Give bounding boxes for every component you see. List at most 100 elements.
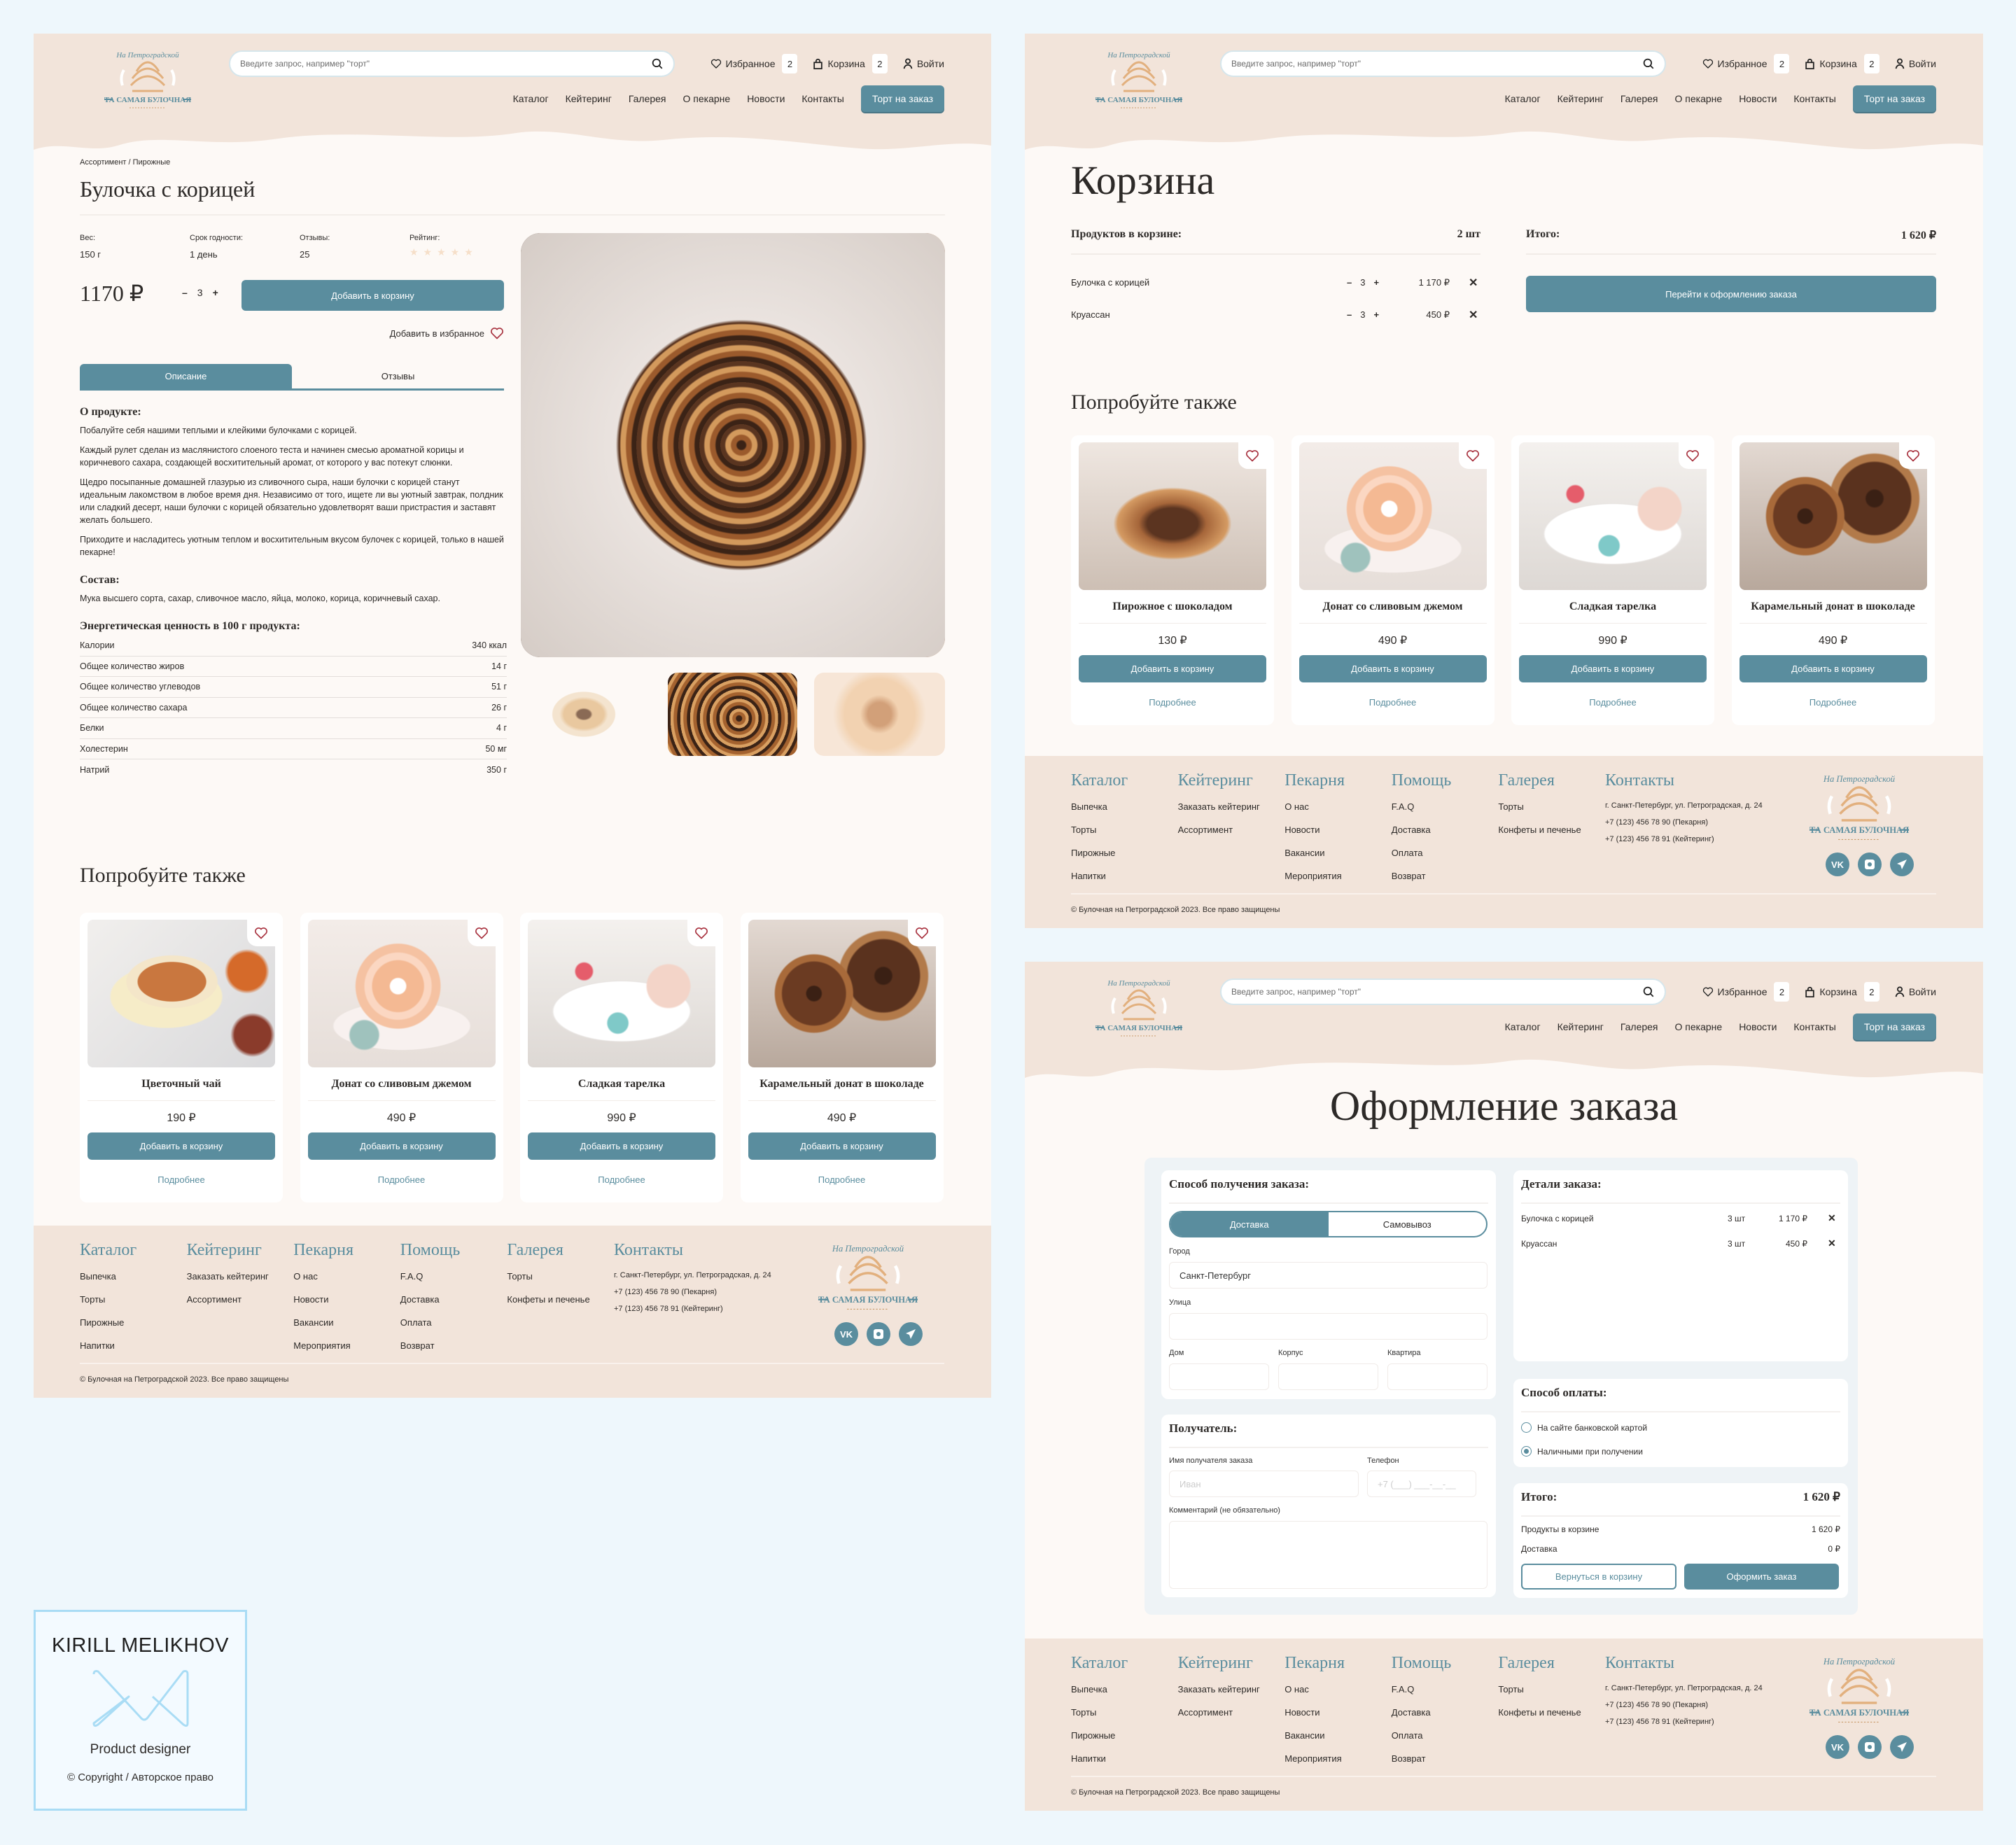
payment-option[interactable]: На сайте банковской картой bbox=[1521, 1422, 1647, 1433]
footer-link[interactable]: Мероприятия bbox=[1284, 1753, 1345, 1776]
favorites-button[interactable]: Избранное 2 bbox=[1702, 54, 1790, 73]
logo-link[interactable]: На Петроградской ТА САМАЯ БУЛОЧНАЯ bbox=[102, 43, 194, 111]
add-to-cart-button[interactable]: Добавить в корзину bbox=[1519, 655, 1707, 682]
footer-link[interactable]: Торты bbox=[1498, 801, 1581, 825]
details-link[interactable]: Подробнее bbox=[300, 1174, 503, 1185]
increment-button[interactable]: + bbox=[1373, 309, 1379, 320]
cart-button[interactable]: Корзина 2 bbox=[813, 54, 888, 73]
favorites-button[interactable]: Избранное 2 bbox=[1702, 982, 1790, 1002]
footer-link[interactable]: Возврат bbox=[1392, 1753, 1452, 1776]
search-input[interactable]: Введите запрос, например "торт" bbox=[229, 50, 675, 77]
footer-link[interactable]: Напитки bbox=[1071, 1753, 1128, 1776]
nav-5[interactable]: Контакты bbox=[1793, 1021, 1835, 1032]
details-link[interactable]: Подробнее bbox=[1071, 697, 1274, 708]
login-button[interactable]: Войти bbox=[1895, 986, 1936, 997]
details-link[interactable]: Подробнее bbox=[520, 1174, 723, 1185]
footer-link[interactable]: Напитки bbox=[80, 1340, 136, 1363]
telegram-icon[interactable] bbox=[1890, 1735, 1914, 1759]
login-button[interactable]: Войти bbox=[1895, 58, 1936, 69]
thumbnail-image[interactable] bbox=[538, 673, 630, 756]
product-image[interactable] bbox=[528, 920, 715, 1067]
product-image[interactable] bbox=[1519, 442, 1707, 590]
nav-3[interactable]: О пекарне bbox=[683, 93, 731, 104]
footer-link[interactable]: Оплата bbox=[1392, 1730, 1452, 1753]
footer-link[interactable]: Торты bbox=[507, 1271, 589, 1294]
add-to-cart-button[interactable]: Добавить в корзину bbox=[1739, 655, 1927, 682]
back-to-cart-button[interactable]: Вернуться в корзину bbox=[1521, 1564, 1676, 1590]
footer-link[interactable]: Конфеты и печенье bbox=[1498, 825, 1581, 848]
nav-1[interactable]: Кейтеринг bbox=[566, 93, 612, 104]
footer-link[interactable]: Выпечка bbox=[1071, 1684, 1128, 1707]
login-button[interactable]: Войти bbox=[903, 58, 944, 69]
delivery-toggle[interactable]: Доставка Самовывоз bbox=[1169, 1211, 1488, 1237]
footer-link[interactable]: Вакансии bbox=[1284, 848, 1345, 871]
footer-link[interactable]: Торты bbox=[1498, 1684, 1581, 1707]
street-input[interactable] bbox=[1169, 1313, 1488, 1340]
footer-link[interactable]: Новости bbox=[293, 1294, 354, 1317]
delivery-option-pickup[interactable]: Самовывоз bbox=[1329, 1212, 1487, 1236]
telegram-icon[interactable] bbox=[1890, 853, 1914, 876]
footer-link[interactable]: Напитки bbox=[1071, 871, 1128, 894]
footer-link[interactable]: Доставка bbox=[1392, 1707, 1452, 1730]
cart-button[interactable]: Корзина 2 bbox=[1805, 54, 1879, 73]
radio-button[interactable] bbox=[1521, 1446, 1532, 1457]
footer-link[interactable]: Выпечка bbox=[1071, 801, 1128, 825]
cart-button[interactable]: Корзина 2 bbox=[1805, 982, 1879, 1002]
footer-link[interactable]: Возврат bbox=[1392, 871, 1452, 894]
details-link[interactable]: Подробнее bbox=[1732, 697, 1935, 708]
telegram-icon[interactable] bbox=[899, 1322, 923, 1346]
footer-link[interactable]: F.A.Q bbox=[1392, 1684, 1452, 1707]
product-image[interactable] bbox=[307, 920, 496, 1067]
favorite-toggle[interactable] bbox=[687, 920, 715, 946]
add-to-cart-button[interactable]: Добавить в корзину bbox=[1298, 655, 1487, 682]
nav-4[interactable]: Новости bbox=[1739, 1021, 1777, 1032]
comment-textarea[interactable] bbox=[1169, 1521, 1488, 1589]
add-to-cart-button[interactable]: Добавить в корзину bbox=[88, 1132, 275, 1160]
apartment-input[interactable] bbox=[1387, 1363, 1488, 1390]
nav-2[interactable]: Галерея bbox=[629, 93, 666, 104]
search-icon[interactable] bbox=[1642, 985, 1655, 998]
quantity-stepper[interactable]: –3 + bbox=[182, 287, 218, 298]
product-image[interactable] bbox=[1739, 442, 1927, 590]
house-input[interactable] bbox=[1169, 1363, 1269, 1390]
nav-0[interactable]: Каталог bbox=[1505, 1021, 1541, 1032]
product-image[interactable] bbox=[88, 920, 275, 1067]
tab-description[interactable]: Описание bbox=[80, 364, 292, 388]
nav-0[interactable]: Каталог bbox=[513, 93, 549, 104]
footer-link[interactable]: Торты bbox=[1071, 825, 1128, 848]
nav-1[interactable]: Кейтеринг bbox=[1558, 1021, 1604, 1032]
vk-icon[interactable]: VK bbox=[834, 1322, 858, 1346]
quantity-stepper[interactable]: –3 + bbox=[1347, 309, 1379, 320]
footer-link[interactable]: Ассортимент bbox=[1178, 825, 1260, 848]
logo-link[interactable]: На Петроградской ТА САМАЯ БУЛОЧНАЯ bbox=[1093, 43, 1185, 111]
decrement-button[interactable]: – bbox=[182, 287, 188, 298]
building-input[interactable] bbox=[1278, 1363, 1378, 1390]
favorite-toggle[interactable] bbox=[1458, 442, 1487, 469]
search-input[interactable]: Введите запрос, например "торт" bbox=[1220, 50, 1666, 77]
footer-link[interactable]: F.A.Q bbox=[1392, 801, 1452, 825]
search-icon[interactable] bbox=[1642, 57, 1655, 70]
phone-input[interactable]: +7 (___) ___-__-__ bbox=[1367, 1471, 1476, 1497]
remove-icon[interactable]: ✕ bbox=[1469, 308, 1478, 322]
footer-link[interactable]: Ассортимент bbox=[187, 1294, 269, 1317]
product-image[interactable] bbox=[1298, 442, 1487, 590]
footer-link[interactable]: О нас bbox=[293, 1271, 354, 1294]
instagram-icon[interactable] bbox=[1858, 853, 1882, 876]
thumbnail-image[interactable] bbox=[668, 673, 797, 756]
radio-button[interactable] bbox=[1521, 1422, 1532, 1433]
favorite-toggle[interactable] bbox=[1238, 442, 1266, 469]
product-image[interactable] bbox=[748, 920, 936, 1067]
footer-link[interactable]: Заказать кейтеринг bbox=[1178, 801, 1260, 825]
nav-0[interactable]: Каталог bbox=[1505, 93, 1541, 104]
tab-reviews[interactable]: Отзывы bbox=[292, 364, 504, 388]
footer-link[interactable]: Ассортимент bbox=[1178, 1707, 1260, 1730]
nav-3[interactable]: О пекарне bbox=[1675, 1021, 1723, 1032]
details-link[interactable]: Подробнее bbox=[80, 1174, 283, 1185]
footer-link[interactable]: Выпечка bbox=[80, 1271, 136, 1294]
favorite-toggle[interactable] bbox=[467, 920, 496, 946]
details-link[interactable]: Подробнее bbox=[1511, 697, 1714, 708]
nav-4[interactable]: Новости bbox=[1739, 93, 1777, 104]
breadcrumb[interactable]: Ассортимент / Пирожные bbox=[80, 158, 170, 167]
nav-4[interactable]: Новости bbox=[747, 93, 785, 104]
decrement-button[interactable]: – bbox=[1347, 277, 1352, 288]
